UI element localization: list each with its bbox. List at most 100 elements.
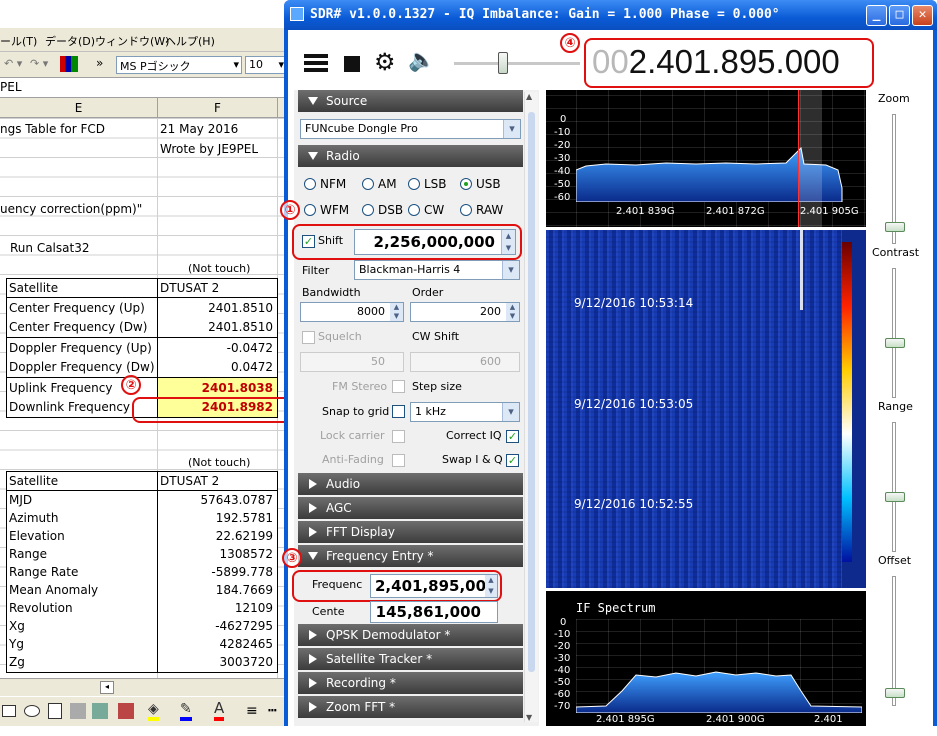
chart-wizard-icon[interactable] — [60, 56, 78, 72]
order-input[interactable]: 200 — [410, 302, 520, 322]
t2-label[interactable]: Yg — [9, 635, 24, 654]
volume-slider[interactable] — [454, 62, 580, 65]
diagram-icon[interactable] — [92, 703, 108, 719]
correct-iq-checkbox[interactable]: ✓ — [506, 430, 519, 443]
fill-color-icon[interactable]: ◈ — [148, 701, 159, 721]
t2-value[interactable]: 1308572 — [220, 545, 273, 564]
sdr-titlebar[interactable]: SDR# v1.0.0.1327 - IQ Imbalance: Gain = … — [284, 0, 937, 30]
t1-label[interactable]: Doppler Frequency (Dw) — [9, 358, 155, 377]
menu-tools[interactable]: ール(T) — [0, 33, 37, 49]
cw-shift-input[interactable]: 600 — [410, 352, 520, 372]
step-size-select[interactable]: 1 kHz — [410, 402, 520, 422]
scroll-left-icon[interactable]: ◂ — [100, 681, 114, 694]
snap-checkbox[interactable] — [392, 405, 405, 418]
section-recording[interactable]: Recording * — [298, 672, 523, 694]
sheet-date[interactable]: 21 May 2016 — [160, 120, 238, 139]
section-frequency-entry[interactable]: Frequency Entry * — [298, 545, 523, 567]
panel-scrollbar[interactable]: ▲ ▼ — [524, 92, 538, 722]
contrast-slider[interactable] — [892, 268, 896, 398]
gear-icon[interactable]: ⚙ — [374, 48, 396, 76]
range-slider-thumb[interactable] — [885, 492, 905, 502]
t2-value[interactable]: 22.62199 — [216, 527, 273, 546]
t2-value[interactable]: 192.5781 — [216, 509, 273, 528]
sheet-author[interactable]: Wrote by JE9PEL — [160, 140, 258, 159]
font-name-select[interactable]: MS Pゴシック ▾ — [116, 56, 242, 74]
t1-label[interactable]: Doppler Frequency (Up) — [9, 339, 152, 358]
column-header-e[interactable]: E — [0, 98, 158, 118]
t2-value[interactable]: 184.7669 — [216, 581, 273, 600]
minimize-button[interactable]: _ — [866, 5, 887, 26]
column-header-f[interactable]: F — [158, 98, 278, 118]
t2-label[interactable]: MJD — [9, 491, 32, 510]
toolbar-overflow-icon[interactable]: » — [96, 56, 103, 70]
font-size-select[interactable]: 10 ▾ — [245, 56, 287, 74]
dash-style-icon[interactable]: ┅ — [268, 703, 276, 719]
bandwidth-spinner[interactable]: ▲ ▼ — [390, 303, 403, 321]
waterfall-display[interactable]: 9/12/2016 10:53:14 9/12/2016 10:53:05 9/… — [546, 230, 866, 588]
t2-label[interactable]: Satellite — [9, 472, 58, 491]
rectangle-icon[interactable] — [2, 705, 16, 717]
t1-value[interactable]: 2401.8510 — [208, 318, 273, 337]
mode-am[interactable]: AM — [362, 177, 397, 191]
section-zoom-fft[interactable]: Zoom FFT * — [298, 696, 523, 718]
t2-value[interactable]: -4627295 — [215, 617, 273, 636]
spectrum-analyzer[interactable]: 0 -10 -20 -30 -40 -50 -60 2.401 839G 2.4… — [546, 90, 866, 227]
textbox-icon[interactable] — [48, 703, 62, 719]
close-button[interactable]: ✕ — [912, 5, 933, 26]
tuning-marker[interactable] — [798, 90, 799, 227]
center-entry-input[interactable]: 145,861,000 — [370, 601, 498, 623]
swap-iq-checkbox[interactable]: ✓ — [506, 454, 519, 467]
t1-value[interactable]: DTUSAT 2 — [160, 279, 219, 298]
mode-dsb[interactable]: DSB — [362, 203, 403, 217]
mode-nfm[interactable]: NFM — [304, 177, 346, 191]
menu-window[interactable]: ウィンドウ(W) — [95, 33, 169, 49]
t1-label[interactable]: Downlink Frequency — [9, 398, 130, 417]
line-style-icon[interactable]: ≡ — [246, 703, 258, 719]
maximize-button[interactable]: □ — [889, 5, 910, 26]
if-spectrum[interactable]: IF Spectrum 0 -10 -20 -30 -40 -50 -60 -7… — [546, 591, 866, 736]
mode-wfm[interactable]: WFM — [304, 203, 349, 217]
scroll-down-icon[interactable]: ▼ — [526, 713, 532, 722]
t2-label[interactable]: Range Rate — [9, 563, 78, 582]
lock-carrier-checkbox[interactable] — [392, 430, 405, 443]
section-radio[interactable]: Radio — [298, 145, 523, 167]
scroll-up-icon[interactable]: ▲ — [526, 92, 532, 101]
line-color-icon[interactable]: ✎ — [180, 701, 192, 721]
order-spinner[interactable]: ▲ ▼ — [506, 303, 519, 321]
mode-cw[interactable]: CW — [408, 203, 444, 217]
t2-value[interactable]: 3003720 — [220, 653, 273, 672]
t2-label[interactable]: Revolution — [9, 599, 73, 618]
speaker-icon[interactable]: 🔈 — [408, 48, 435, 73]
t2-label[interactable]: Zg — [9, 653, 25, 672]
t2-value[interactable]: 57643.0787 — [200, 491, 273, 510]
freq-correction-label[interactable]: uency correction(ppm)" — [0, 200, 142, 219]
sheet-scrollbar[interactable]: ◂ — [0, 678, 300, 696]
menu-icon[interactable] — [304, 54, 328, 58]
section-satellite-tracker[interactable]: Satellite Tracker * — [298, 648, 523, 670]
t2-label[interactable]: Mean Anomaly — [9, 581, 98, 600]
frequency-entry-input[interactable]: 2,401,895,000 — [370, 574, 498, 598]
bandwidth-input[interactable]: 8000 — [300, 302, 404, 322]
undo-icon[interactable]: ↶ ▾ — [4, 57, 22, 70]
filter-select[interactable]: Blackman-Harris 4 — [354, 260, 520, 280]
fm-stereo-checkbox[interactable] — [392, 380, 405, 393]
sheet-title[interactable]: ngs Table for FCD — [0, 120, 105, 139]
t1-label[interactable]: Center Frequency (Up) — [9, 299, 145, 318]
t2-value[interactable]: DTUSAT 2 — [160, 472, 219, 491]
t1-label[interactable]: Satellite — [9, 279, 58, 298]
shift-input[interactable]: 2,256,000,000 — [354, 229, 516, 255]
t2-label[interactable]: Xg — [9, 617, 25, 636]
shift-checkbox[interactable]: ✓ — [302, 235, 315, 248]
t2-value[interactable]: 4282465 — [220, 635, 273, 654]
uplink-frequency-value[interactable]: 2401.8038 — [202, 379, 273, 398]
section-audio[interactable]: Audio — [298, 473, 523, 495]
name-box[interactable]: PEL — [0, 78, 300, 98]
t1-value[interactable]: 2401.8510 — [208, 299, 273, 318]
range-slider[interactable] — [892, 422, 896, 552]
oval-icon[interactable] — [24, 705, 40, 717]
t1-label[interactable]: Center Frequency (Dw) — [9, 318, 147, 337]
frequency-entry-spinner[interactable]: ▲ ▼ — [485, 575, 497, 597]
mode-raw[interactable]: RAW — [460, 203, 503, 217]
squelch-input[interactable]: 50 — [300, 352, 404, 372]
t2-label[interactable]: Azimuth — [9, 509, 58, 528]
